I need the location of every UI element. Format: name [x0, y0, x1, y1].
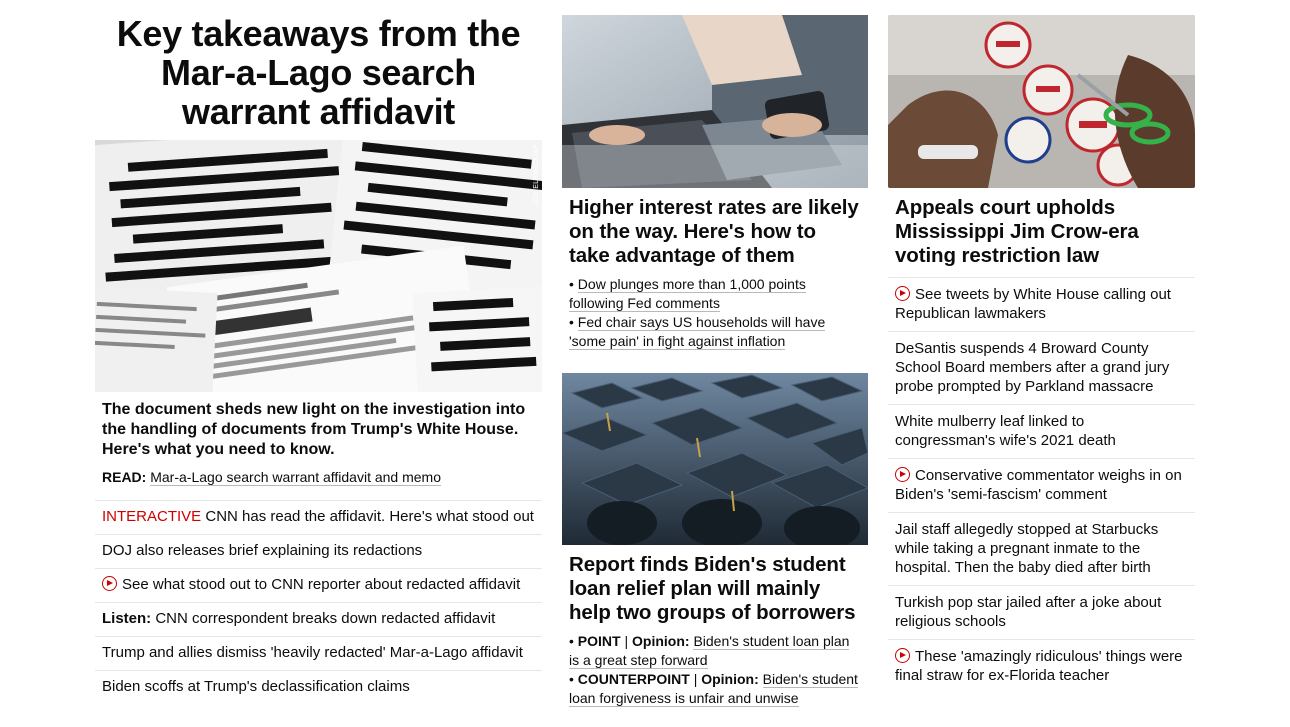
opinion-label: Opinion: [701, 671, 759, 687]
read-line: READ: Mar-a-Lago search warrant affidavi… [95, 460, 542, 486]
photo-credit: JON ELSWICK/AP [533, 144, 540, 206]
list-item-text: These 'amazingly ridiculous' things were… [895, 648, 1183, 684]
list-item-text: CNN correspondent breaks down redacted a… [155, 610, 496, 627]
right-title[interactable]: Appeals court upholds Mississippi Jim Cr… [888, 188, 1195, 268]
list-item-text: CNN has read the affidavit. Here's what … [205, 508, 534, 525]
list-item[interactable]: White mulberry leaf linked to congressma… [888, 405, 1195, 459]
redacted-documents-photo [95, 140, 542, 392]
list-item[interactable]: Conservative commentator weighs in on Bi… [888, 459, 1195, 513]
bullet-item[interactable]: • Dow plunges more than 1,000 points fol… [569, 275, 861, 313]
right-related-list: See tweets by White House calling out Re… [888, 277, 1195, 693]
card1-image[interactable] [562, 15, 868, 188]
bullet-item[interactable]: • COUNTERPOINT | Opinion: Biden's studen… [569, 670, 861, 708]
list-item[interactable]: Turkish pop star jailed after a joke abo… [888, 586, 1195, 640]
read-link[interactable]: Mar-a-Lago search warrant affidavit and … [150, 469, 442, 486]
card1-title[interactable]: Higher interest rates are likely on the … [562, 188, 868, 268]
right-image[interactable] [888, 15, 1195, 188]
list-item[interactable]: See what stood out to CNN reporter about… [95, 569, 542, 603]
play-icon [895, 286, 910, 301]
list-item[interactable]: Biden scoffs at Trump's declassification… [95, 671, 542, 705]
play-icon [895, 467, 910, 482]
list-item-text: DeSantis suspends 4 Broward County Schoo… [895, 340, 1170, 395]
listen-label: Listen: [102, 610, 152, 627]
right-column: Appeals court upholds Mississippi Jim Cr… [888, 0, 1195, 693]
lead-headline[interactable]: Key takeaways from the Mar-a-Lago search… [95, 14, 542, 131]
list-item[interactable]: Listen: CNN correspondent breaks down re… [95, 603, 542, 637]
point-tag: POINT [577, 633, 621, 649]
list-item-text: DOJ also releases brief explaining its r… [102, 542, 423, 559]
list-item-text: Trump and allies dismiss 'heavily redact… [102, 644, 523, 661]
list-item-text: See what stood out to CNN reporter about… [122, 576, 521, 593]
lead-image[interactable]: JON ELSWICK/AP [95, 140, 542, 392]
list-item-text: White mulberry leaf linked to congressma… [895, 413, 1116, 449]
card2-bullets: • POINT | Opinion: Biden's student loan … [562, 625, 868, 708]
list-item[interactable]: DeSantis suspends 4 Broward County Schoo… [888, 332, 1195, 405]
list-item-text: Conservative commentator weighs in on Bi… [895, 467, 1182, 503]
counterpoint-tag: COUNTERPOINT [577, 671, 690, 687]
opinion-label: Opinion: [632, 633, 690, 649]
bullet-item[interactable]: • Fed chair says US households will have… [569, 313, 861, 351]
middle-column: Higher interest rates are likely on the … [562, 0, 868, 708]
list-item[interactable]: DOJ also releases brief explaining its r… [95, 535, 542, 569]
card1-bullets: • Dow plunges more than 1,000 points fol… [562, 268, 868, 351]
list-item[interactable]: Trump and allies dismiss 'heavily redact… [95, 637, 542, 671]
bullet-link[interactable]: Fed chair says US households will have '… [569, 314, 826, 350]
bullet-item[interactable]: • POINT | Opinion: Biden's student loan … [569, 632, 861, 670]
play-icon [895, 648, 910, 663]
list-item[interactable]: Jail staff allegedly stopped at Starbuck… [888, 513, 1195, 586]
bullet-link[interactable]: Dow plunges more than 1,000 points follo… [569, 276, 806, 312]
i-voted-stickers-photo [888, 15, 1195, 188]
graduation-caps-photo [562, 373, 868, 545]
card2-image[interactable] [562, 373, 868, 545]
list-item[interactable]: INTERACTIVE CNN has read the affidavit. … [95, 501, 542, 535]
lead-story: Key takeaways from the Mar-a-Lago search… [95, 0, 542, 705]
lead-related-list: INTERACTIVE CNN has read the affidavit. … [95, 500, 542, 705]
read-label: READ: [102, 469, 147, 485]
finance-laptop-phone-photo [562, 15, 868, 188]
list-item-text: See tweets by White House calling out Re… [895, 286, 1171, 322]
play-icon [102, 576, 117, 591]
separator: | [624, 633, 629, 649]
interactive-kicker: INTERACTIVE [102, 508, 202, 525]
card2-title[interactable]: Report finds Biden's student loan relief… [562, 545, 868, 625]
list-item-text: Biden scoffs at Trump's declassification… [102, 678, 410, 695]
separator: | [693, 671, 698, 687]
list-item[interactable]: These 'amazingly ridiculous' things were… [888, 640, 1195, 693]
lead-description[interactable]: The document sheds new light on the inve… [95, 392, 542, 460]
list-item[interactable]: See tweets by White House calling out Re… [888, 278, 1195, 332]
list-item-text: Jail staff allegedly stopped at Starbuck… [895, 521, 1159, 576]
list-item-text: Turkish pop star jailed after a joke abo… [895, 594, 1162, 630]
